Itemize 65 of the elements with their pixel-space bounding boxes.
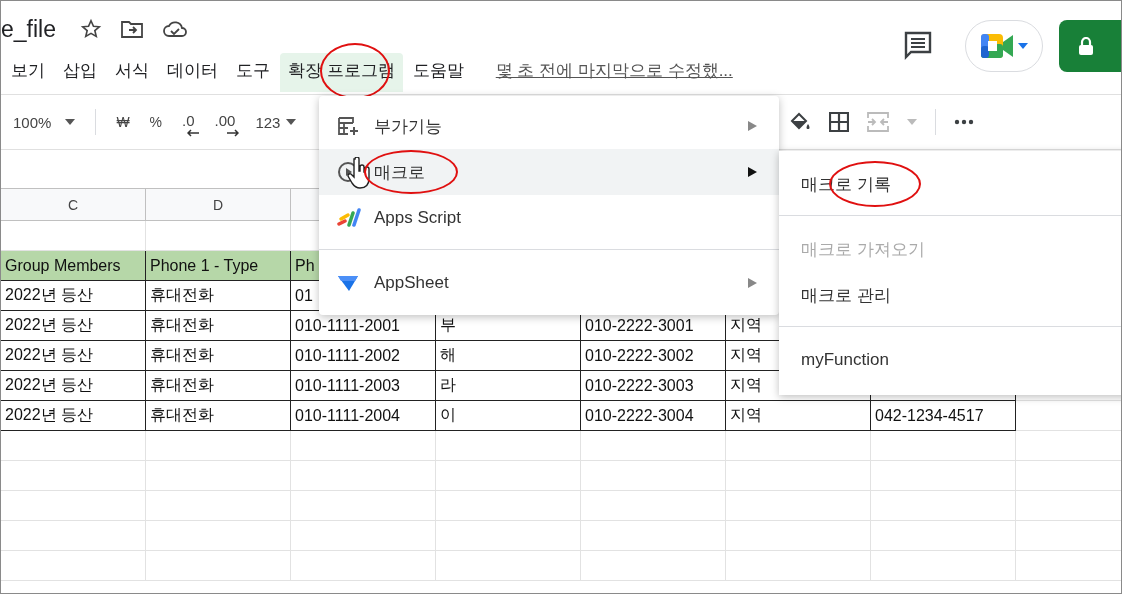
video-call-button[interactable] [965,20,1043,72]
add-on-icon [337,116,359,136]
appsheet-icon [337,274,359,292]
caret-icon [65,119,76,125]
table-cell: 휴대전화 [146,401,291,431]
submenu-arrow-icon [748,121,757,131]
share-button[interactable] [1059,20,1121,72]
number-format-dropdown[interactable]: 123 [255,113,297,131]
document-title[interactable]: e_file [1,15,56,43]
table-cell: 해 [436,341,581,371]
table-cell: 2022년 등산 [1,311,146,341]
menu-item[interactable]: 매크로 [319,149,779,195]
table-cell: 010-1111-2003 [291,371,436,401]
arrow-icon [227,128,240,137]
column-header[interactable]: D [146,189,291,221]
header-cell: Group Members [1,251,146,281]
decimal-button[interactable]: .0 [182,111,195,133]
more-icon[interactable] [954,119,974,125]
menu-item[interactable]: Apps Script [319,195,779,241]
decimal-button[interactable]: .00 [214,111,236,133]
submenu-arrow-icon [748,278,757,288]
table-cell: 042-1234-4517 [871,401,1016,431]
submenu-arrow-icon [748,167,757,177]
table-cell: 2022년 등산 [1,371,146,401]
menu-item[interactable]: 부가기능 [319,103,779,149]
table-cell: 2022년 등산 [1,401,146,431]
lock-icon [1079,37,1093,55]
currency-button[interactable]: ₩ [116,114,130,130]
table-cell: 010-2222-3003 [581,371,726,401]
folder-icon[interactable] [120,18,144,40]
percent-button[interactable]: % [149,114,163,130]
table-cell: 라 [436,371,581,401]
menu-bar-item[interactable]: 서식 [107,52,157,88]
table-cell: 010-2222-3002 [581,341,726,371]
menu-bar-item[interactable]: 보기 [3,52,53,88]
caret-icon [1018,43,1028,49]
hand-cursor-icon [347,157,373,189]
menu-bar-item[interactable]: 삽입 [55,52,105,88]
star-icon[interactable] [80,18,102,40]
table-cell: 010-1111-2002 [291,341,436,371]
merge-cells-icon[interactable] [867,112,889,132]
table-cell: 2022년 등산 [1,341,146,371]
arrow-icon [186,128,199,137]
column-header[interactable]: C [1,189,146,221]
video-camera-icon [980,32,1014,60]
menu-bar-item[interactable]: 도움말 [404,52,472,88]
header-cell: Phone 1 - Type [146,251,291,281]
table-cell: 휴대전화 [146,281,291,311]
zoom-dropdown[interactable]: 100% [13,113,76,131]
table-cell: 휴대전화 [146,341,291,371]
comment-icon[interactable] [903,30,933,60]
table-cell: 2022년 등산 [1,281,146,311]
table-cell: 이 [436,401,581,431]
caret-icon [286,119,297,125]
table-cell: 지역 [726,401,871,431]
table-cell: 010-2222-3004 [581,401,726,431]
table-cell: 010-1111-2004 [291,401,436,431]
table-cell: 휴대전화 [146,311,291,341]
cloud-check-icon[interactable] [162,19,188,39]
apps-script-icon [337,208,361,228]
last-edit-link[interactable]: 몇 초 전에 마지막으로 수정했... [495,58,733,82]
menu-bar-item[interactable]: 도구 [228,52,278,88]
table-cell: 휴대전화 [146,371,291,401]
borders-icon[interactable] [829,112,849,132]
menu-bar-item[interactable]: 데이터 [159,52,226,88]
